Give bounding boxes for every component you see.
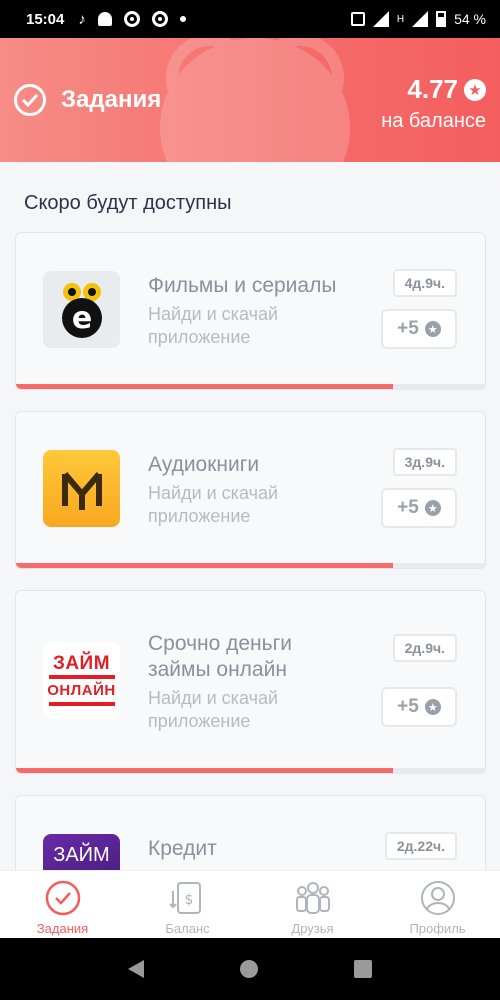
nav-friends[interactable]: Друзья — [250, 871, 375, 938]
credit-logo-text: ЗАЙМ — [53, 844, 110, 866]
star-icon: ★ — [424, 500, 441, 516]
progress-bar — [16, 563, 485, 568]
svg-text:e: e — [71, 301, 91, 336]
task-description: Найди и скачай — [148, 304, 279, 324]
system-icons: H 54 % — [350, 11, 486, 27]
time-left-badge: 4д.9ч. — [392, 269, 457, 297]
network-type-label: H — [396, 13, 405, 25]
progress-bar — [16, 768, 485, 773]
reward-badge[interactable]: +5 ★ — [381, 309, 457, 349]
nav-tasks[interactable]: Задания — [0, 871, 125, 938]
balance-value: 4.77 — [407, 74, 458, 104]
friends-icon — [295, 882, 330, 914]
nav-profile-label: Профиль — [409, 921, 466, 936]
nav-balance[interactable]: $ Баланс — [125, 871, 250, 938]
status-bar: 15:04 ♪ H 54 % — [0, 0, 500, 38]
battery-percent: 54 % — [454, 11, 486, 27]
status-time: 15:04 — [26, 10, 65, 28]
home-icon[interactable] — [240, 960, 258, 978]
time-left-badge: 2д.22ч. — [384, 832, 457, 860]
task-name: Фильмы и сериалы — [148, 274, 337, 297]
check-circle-icon — [45, 880, 80, 916]
task-description-line2: приложение — [148, 506, 251, 526]
zaim-logo-bar — [48, 674, 115, 679]
section-title: Скоро будут доступны — [24, 192, 232, 214]
time-left-badge: 3д.9ч. — [392, 448, 457, 476]
task-name: Срочно деньги — [148, 632, 292, 655]
task-description-line2: приложение — [148, 711, 251, 731]
mascot-watermark-icon — [160, 38, 350, 162]
vibrate-icon — [350, 12, 365, 26]
system-navigation-bar — [0, 938, 500, 1000]
zaim-logo-subtext: ОНЛАЙН — [47, 681, 116, 699]
nav-profile[interactable]: Профиль — [375, 871, 500, 938]
nav-tasks-label: Задания — [36, 921, 89, 936]
chrome-icon — [123, 11, 140, 27]
star-icon: ★ — [424, 321, 441, 337]
balance-label: на балансе — [381, 110, 486, 132]
page-title: Задания — [61, 86, 162, 113]
task-description: Найди и скачай — [148, 688, 279, 708]
task-card[interactable]: Аудиокниги Найди и скачай приложение 3д.… — [15, 411, 486, 569]
progress-fill — [16, 563, 393, 568]
svg-text:$: $ — [184, 892, 193, 908]
notification-icons: ♪ — [78, 11, 186, 28]
task-description: Найди и скачай — [148, 483, 279, 503]
task-description-line2: приложение — [148, 327, 251, 347]
time-left-badge: 2д.9ч. — [392, 634, 457, 662]
balance-amount[interactable]: 4.77 ★ — [407, 74, 486, 105]
profile-icon — [420, 881, 455, 915]
bottom-navigation: Задания $ Баланс Друзья Профиль — [0, 870, 500, 938]
my-books-app-icon — [43, 450, 120, 527]
more-notifications-dot-icon — [179, 16, 186, 22]
progress-bar — [16, 384, 485, 389]
star-icon: ★ — [424, 699, 441, 715]
battery-icon — [436, 11, 447, 27]
recent-apps-icon[interactable] — [354, 960, 372, 978]
progress-fill — [16, 768, 393, 773]
task-name: Аудиокниги — [148, 453, 260, 476]
bell-icon — [97, 12, 112, 26]
balance-exchange-icon: $ — [168, 882, 201, 914]
progress-fill — [16, 384, 393, 389]
reward-amount: +5 — [397, 497, 419, 518]
zaim-online-app-icon: ЗАЙМ ОНЛАЙН — [43, 642, 120, 719]
task-card[interactable]: ЗАЙМ ОНЛАЙН Срочно деньги займы онлайн Н… — [15, 590, 486, 774]
zaim-logo-text: ЗАЙМ — [52, 652, 111, 674]
reward-amount: +5 — [397, 696, 419, 717]
tiktok-icon: ♪ — [78, 10, 86, 28]
tasks-check-icon — [14, 84, 46, 116]
reward-amount: +5 — [397, 318, 419, 339]
reward-badge[interactable]: +5 ★ — [381, 488, 457, 528]
reward-badge[interactable]: +5 ★ — [381, 687, 457, 727]
tasks-header: Задания 4.77 ★ на балансе — [0, 38, 500, 162]
nav-balance-label: Баланс — [165, 921, 210, 936]
signal-icon-2 — [412, 11, 429, 27]
zaim-logo-bar-bottom — [48, 701, 115, 706]
signal-icon — [372, 11, 389, 27]
task-card[interactable]: e Фильмы и сериалы Найди и скачай прилож… — [15, 232, 486, 390]
chrome-icon-2 — [151, 11, 168, 27]
star-coin-icon: ★ — [464, 78, 486, 101]
task-name: Кредит — [148, 837, 217, 860]
back-icon[interactable] — [128, 960, 144, 978]
e-owl-app-icon: e — [43, 271, 120, 348]
task-name-line2: займы онлайн — [148, 658, 287, 681]
nav-friends-label: Друзья — [291, 921, 334, 936]
